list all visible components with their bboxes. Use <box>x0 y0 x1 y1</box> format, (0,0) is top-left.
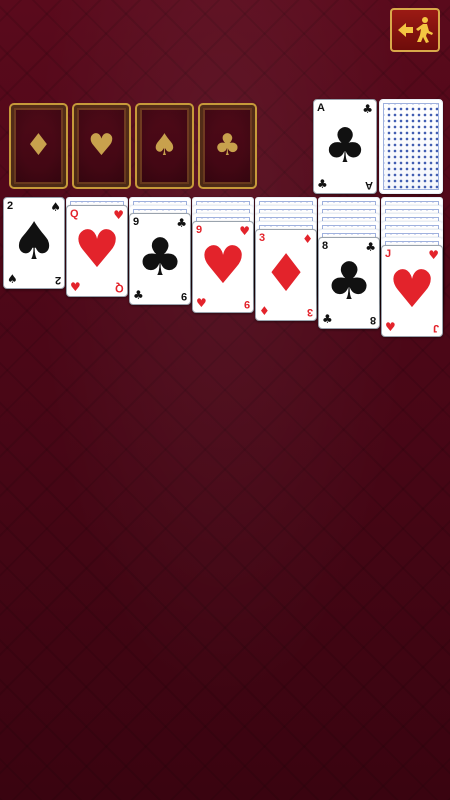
exit-button[interactable] <box>390 8 440 52</box>
spades-icon: ♠ <box>151 128 178 163</box>
clubs-icon: ♣ <box>214 128 241 163</box>
hearts-icon: ♥ <box>385 320 396 334</box>
card-rank: 8 <box>369 314 376 326</box>
clubs-icon: ♣ <box>362 102 373 116</box>
card-rank: J <box>385 248 392 260</box>
exit-running-man-icon <box>398 17 433 43</box>
spades-icon: ♠ <box>7 272 18 286</box>
tableau-card-4[interactable]: 9 ♥ ♥ ♥ 9 <box>192 221 254 313</box>
card-rank: Q <box>70 208 79 220</box>
tableau-card-5[interactable]: 3 ♦ ♦ ♦ 3 <box>255 229 317 321</box>
foundation-diamonds[interactable]: ♦ <box>9 103 68 189</box>
hearts-icon: ♥ <box>73 219 121 280</box>
diamonds-icon: ♦ <box>262 243 310 304</box>
spades-icon: ♠ <box>10 211 58 272</box>
hearts-icon: ♥ <box>388 259 436 320</box>
foundation-clubs[interactable]: ♣ <box>198 103 257 189</box>
clubs-icon: ♣ <box>323 117 367 174</box>
tableau-card-2[interactable]: Q ♥ ♥ ♥ Q <box>66 205 128 297</box>
stock-card[interactable] <box>379 99 443 194</box>
card-rank: Q <box>115 282 124 294</box>
card-rank: 9 <box>243 298 250 310</box>
diamonds-icon: ♦ <box>259 304 270 318</box>
hearts-icon: ♥ <box>70 280 81 294</box>
foundation-hearts[interactable]: ♥ <box>72 103 131 189</box>
card-rank: 9 <box>133 216 140 228</box>
tableau-card-1[interactable]: 2 ♠ ♠ ♠ 2 <box>3 197 65 289</box>
card-rank: 3 <box>306 306 313 318</box>
hearts-icon: ♥ <box>199 235 247 296</box>
card-rank: A <box>365 179 373 191</box>
hearts-icon: ♥ <box>88 128 115 163</box>
tableau-card-6[interactable]: 8 ♣ ♣ ♣ 8 <box>318 237 380 329</box>
card-rank: 2 <box>7 200 14 212</box>
hearts-icon: ♥ <box>196 296 207 310</box>
clubs-icon: ♣ <box>317 177 328 191</box>
clubs-icon: ♣ <box>136 227 184 288</box>
clubs-icon: ♣ <box>325 251 373 312</box>
card-rank: 9 <box>180 290 187 302</box>
card-rank: J <box>432 322 439 334</box>
card-rank: 8 <box>322 240 329 252</box>
card-rank: 3 <box>259 232 266 244</box>
diamonds-icon: ♦ <box>25 128 52 163</box>
waste-card[interactable]: A ♣ ♣ ♣ A <box>313 99 377 194</box>
clubs-icon: ♣ <box>322 312 333 326</box>
tableau-card-7[interactable]: J ♥ ♥ ♥ J <box>381 245 443 337</box>
clubs-icon: ♣ <box>133 288 144 302</box>
tableau-card-3[interactable]: 9 ♣ ♣ ♣ 9 <box>129 213 191 305</box>
card-rank: A <box>317 102 325 114</box>
foundation-spades[interactable]: ♠ <box>135 103 194 189</box>
card-rank: 2 <box>54 274 61 286</box>
card-rank: 9 <box>196 224 203 236</box>
